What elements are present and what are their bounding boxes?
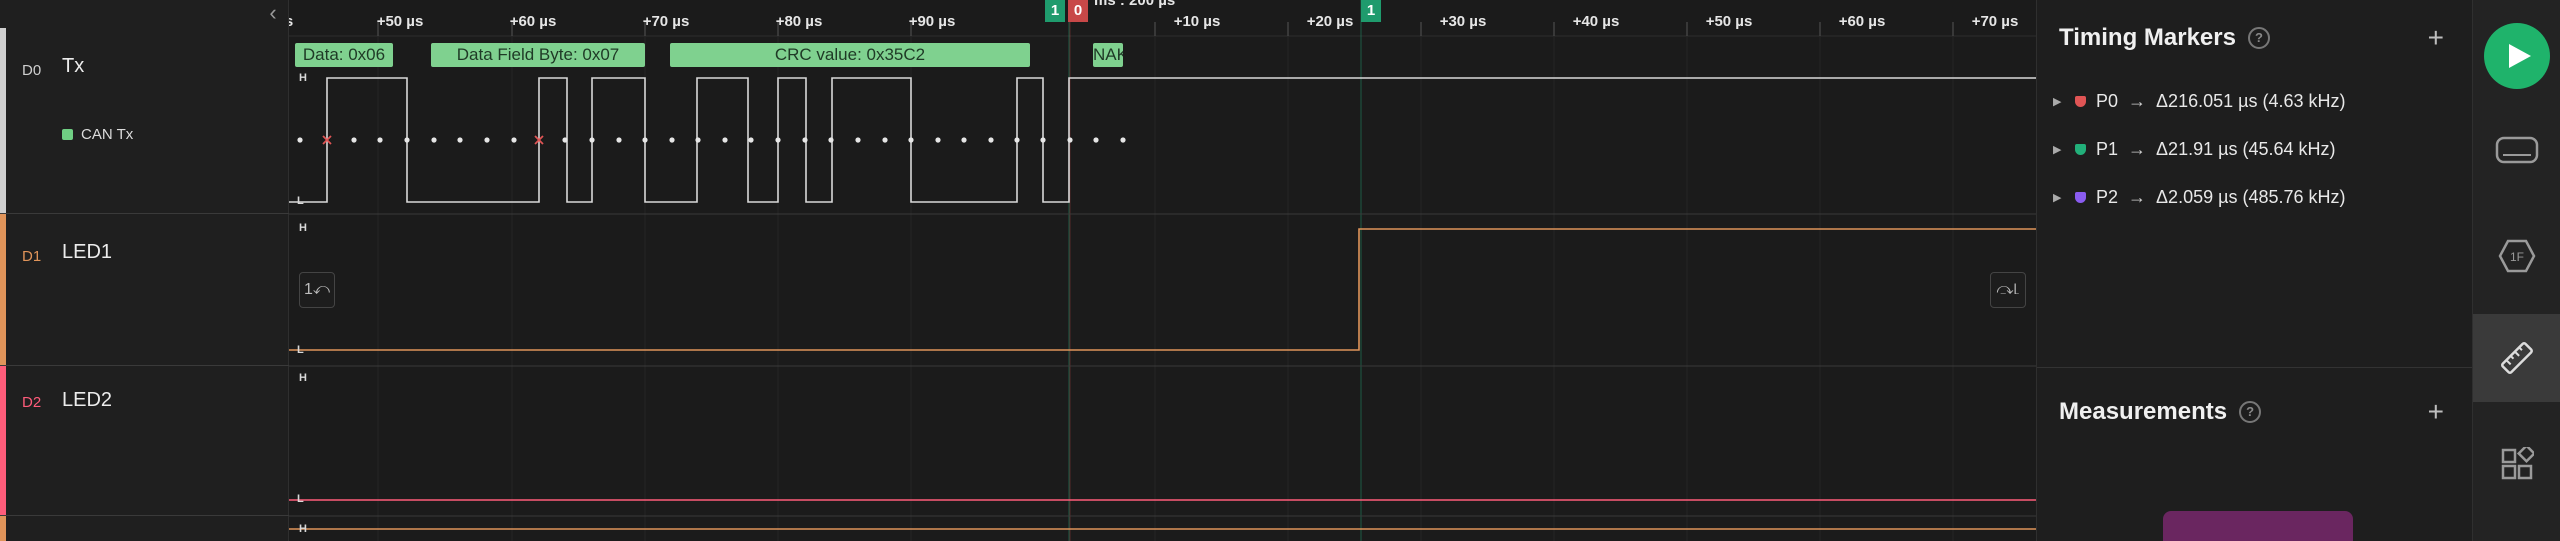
analyzer-color-icon	[62, 129, 73, 140]
panel-divider	[2037, 367, 2472, 368]
timing-marker-flag[interactable]: 1	[1045, 0, 1065, 22]
expand-caret-icon[interactable]: ▶	[2053, 191, 2065, 204]
add-measurement-button[interactable]: +	[2428, 398, 2444, 426]
marker-name: P1	[2096, 138, 2119, 159]
level-low-label: L	[297, 493, 304, 505]
ruler-tick-label: +60 µs	[509, 13, 557, 30]
start-capture-button[interactable]	[2473, 12, 2560, 100]
channel-labels-column: ‹ D0 Tx CAN Tx D1 LED1 D2 LED2	[0, 0, 289, 541]
previous-edge-button[interactable]: 1⤺	[299, 272, 335, 308]
ruler-tick-label: +70 µs	[1971, 13, 2019, 30]
ruler-tick-label: +10 µs	[1173, 13, 1221, 30]
timing-marker-row[interactable]: ▶ P1 → Δ21.91 µs (45.64 kHz)	[2053, 134, 2336, 164]
timing-markers-title: Timing Markers	[2059, 24, 2236, 51]
channel-name[interactable]: Tx	[62, 55, 84, 78]
level-low-label: L	[297, 195, 304, 207]
level-low-label: L	[297, 344, 304, 356]
ruler-tick-label: +50 µs	[376, 13, 424, 30]
ruler-tick-label: +60 µs	[1838, 13, 1886, 30]
device-icon	[2495, 136, 2539, 164]
extensions-button[interactable]	[2473, 420, 2560, 508]
svg-text:1F: 1F	[2510, 250, 2524, 264]
marker-pin-icon	[2075, 191, 2086, 203]
ruler-icon	[2501, 342, 2533, 374]
timing-markers-tool-button[interactable]	[2473, 314, 2560, 402]
expand-caret-icon[interactable]: ▶	[2053, 143, 2065, 156]
channel-row-tx[interactable]: D0 Tx CAN Tx	[0, 28, 289, 214]
protocol-frame[interactable]: CRC value: 0x35C2	[670, 43, 1030, 67]
protocol-frame[interactable]: Data: 0x06	[295, 43, 393, 67]
led1-waveform	[289, 228, 2036, 351]
channel-row-led1[interactable]: D1 LED1	[0, 214, 289, 366]
ruler-tick-label: +70 µs	[642, 13, 690, 30]
channel-color-accent	[0, 516, 6, 541]
measurement-illustration	[2163, 511, 2353, 541]
extensions-icon	[2501, 447, 2534, 480]
level-high-label: H	[299, 523, 307, 535]
marker-delta-value: Δ216.051 µs (4.63 kHz)	[2156, 90, 2346, 111]
channel-name[interactable]: LED2	[62, 389, 112, 412]
expand-caret-icon[interactable]: ▶	[2053, 95, 2065, 108]
waveform-canvas[interactable]	[289, 0, 2036, 541]
marker-name: P0	[2096, 90, 2119, 111]
timing-marker-flag[interactable]: 0	[1068, 0, 1088, 22]
level-high-label: H	[299, 72, 307, 84]
channel-name[interactable]: LED1	[62, 241, 112, 264]
bit-sample-dots	[297, 137, 1126, 143]
analyzers-button[interactable]: 1F	[2473, 212, 2560, 300]
arrow-right-icon: →	[2128, 186, 2147, 207]
analyzer-icon: 1F	[2498, 239, 2536, 273]
device-settings-button[interactable]	[2473, 106, 2560, 194]
marker-name: P2	[2096, 186, 2119, 207]
channel-color-accent	[0, 28, 6, 213]
marker-pin-icon	[2075, 143, 2086, 155]
ruler-tick-label: +30 µs	[1439, 13, 1487, 30]
zoom-range-label: ms : 200 µs	[1094, 0, 1176, 9]
channel-color-accent	[0, 214, 6, 365]
channel-id: D0	[22, 62, 42, 79]
next-edge-button[interactable]: ⤼⌊	[1990, 272, 2026, 308]
timing-markers-header: Timing Markers ?	[2059, 24, 2270, 52]
ruler-tick-label: +90 µs	[908, 13, 956, 30]
timing-marker-row[interactable]: ▶ P2 → Δ2.059 µs (485.76 kHz)	[2053, 182, 2346, 212]
channel-id: D2	[22, 394, 42, 411]
timing-marker-flag[interactable]: 1	[1361, 0, 1381, 22]
measurements-title: Measurements	[2059, 398, 2228, 425]
analyzer-name: CAN Tx	[81, 126, 134, 143]
arrow-right-icon: →	[2128, 138, 2147, 159]
channel-color-accent	[0, 366, 6, 515]
tx-waveform	[289, 77, 2036, 203]
marker-delta-value: Δ21.91 µs (45.64 kHz)	[2156, 138, 2336, 159]
measurements-header: Measurements ?	[2059, 398, 2262, 426]
protocol-frame[interactable]: Data Field Byte: 0x07	[431, 43, 645, 67]
channel-row-led2[interactable]: D2 LED2	[0, 366, 289, 516]
add-timing-marker-button[interactable]: +	[2428, 24, 2444, 52]
play-icon[interactable]	[2484, 23, 2550, 89]
ruler-tick-label: +20 µs	[1306, 13, 1354, 30]
arrow-right-icon: →	[2128, 90, 2147, 111]
help-icon[interactable]: ?	[2239, 401, 2262, 423]
help-icon[interactable]: ?	[2247, 27, 2270, 49]
ruler-tick-label: s	[289, 13, 293, 30]
collapse-chevron-icon[interactable]: ‹	[258, 0, 288, 28]
channel-id: D1	[22, 248, 42, 265]
timing-marker-row[interactable]: ▶ P0 → Δ216.051 µs (4.63 kHz)	[2053, 86, 2346, 116]
tool-sidebar: 1F	[2472, 0, 2560, 541]
protocol-frame[interactable]: NAK	[1093, 43, 1123, 67]
level-high-label: H	[299, 222, 307, 234]
analyzer-tag[interactable]: CAN Tx	[62, 126, 133, 143]
side-panel: Timing Markers ? + ▶ P0 → Δ216.051 µs (4…	[2036, 0, 2472, 541]
marker-pin-icon	[2075, 95, 2086, 107]
channel-row-next[interactable]	[0, 516, 289, 541]
marker-delta-value: Δ2.059 µs (485.76 kHz)	[2156, 186, 2346, 207]
level-high-label: H	[299, 372, 307, 384]
ruler-tick-label: +80 µs	[775, 13, 823, 30]
ruler-tick-label: +40 µs	[1572, 13, 1620, 30]
waveform-area[interactable]: s +50 µs +60 µs +70 µs +80 µs +90 µs +10…	[289, 0, 2036, 541]
ruler-tick-label: +50 µs	[1705, 13, 1753, 30]
